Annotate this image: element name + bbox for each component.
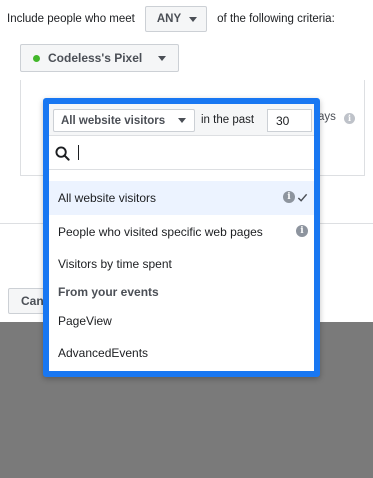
chevron-down-icon <box>158 55 167 61</box>
search-icon <box>55 146 70 161</box>
option-label: PageView <box>58 314 112 328</box>
retention-days-label: ays <box>318 111 336 123</box>
dropdown-options: All website visitors i People who visite… <box>49 181 314 368</box>
criteria-prefix: Include people who meet <box>7 13 135 25</box>
match-type-value: ANY <box>156 13 182 25</box>
match-type-dropdown[interactable]: ANY <box>144 6 208 32</box>
text-cursor <box>78 145 79 160</box>
visitor-type-select[interactable]: All website visitors <box>53 109 195 132</box>
search-input[interactable] <box>77 141 297 165</box>
info-icon[interactable]: i <box>296 225 308 237</box>
visitor-type-value: All website visitors <box>61 114 166 127</box>
section-heading-label: From your events <box>58 284 159 299</box>
option-advanced-events[interactable]: AdvancedEvents <box>49 338 314 368</box>
criteria-row: Include people who meet ANY of the follo… <box>7 6 335 32</box>
audience-criteria-page: Include people who meet ANY of the follo… <box>0 0 373 478</box>
option-all-website-visitors[interactable]: All website visitors i <box>49 181 314 215</box>
chevron-down-icon <box>189 16 198 22</box>
option-label: All website visitors <box>58 191 157 205</box>
criteria-suffix: of the following criteria: <box>217 13 335 25</box>
pixel-status-dot <box>33 54 40 62</box>
dropdown-header: All website visitors in the past <box>49 104 314 136</box>
pixel-name: Codeless's Pixel <box>48 51 143 65</box>
chevron-down-icon <box>178 118 186 123</box>
option-label: Visitors by time spent <box>58 257 172 271</box>
checkmark-icon <box>297 193 308 202</box>
info-icon[interactable]: i <box>283 191 295 203</box>
option-specific-web-pages[interactable]: People who visited specific web pages i <box>49 215 314 249</box>
visitor-type-dropdown: All website visitors in the past All web… <box>43 98 320 377</box>
info-icon[interactable]: i <box>344 113 355 124</box>
retention-days-input[interactable] <box>267 109 312 132</box>
pixel-selector[interactable]: Codeless's Pixel <box>20 44 180 72</box>
option-time-spent[interactable]: Visitors by time spent <box>49 249 314 279</box>
dropdown-search <box>49 136 314 170</box>
option-label: AdvancedEvents <box>58 346 149 360</box>
in-the-past-label: in the past <box>201 114 255 126</box>
events-section-heading: From your events <box>49 279 314 304</box>
option-label: People who visited specific web pages <box>58 225 263 239</box>
option-pageview[interactable]: PageView <box>49 304 314 338</box>
